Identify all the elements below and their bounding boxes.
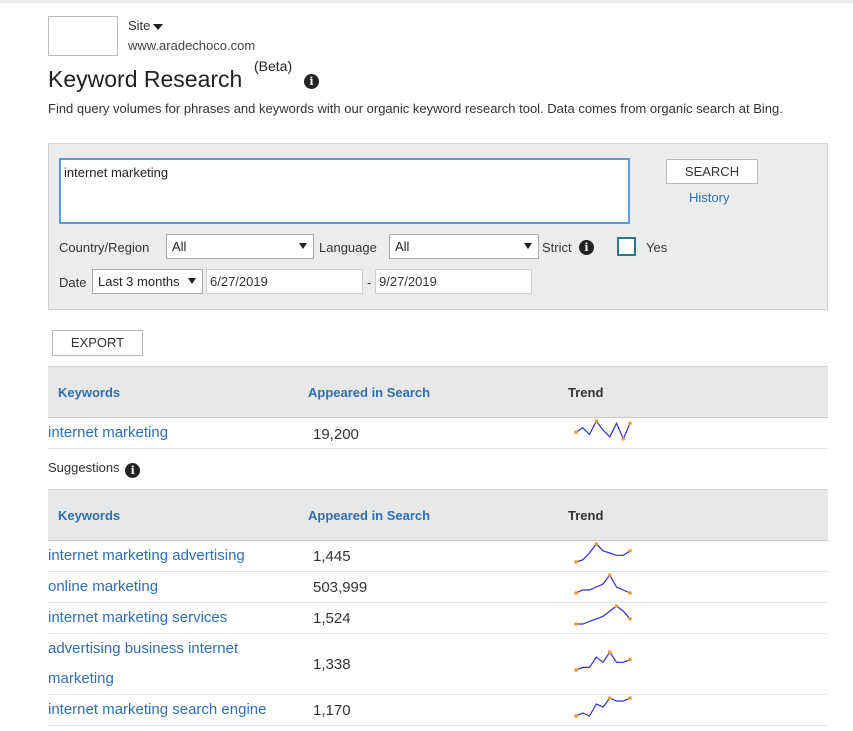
trend-marker [628,617,632,621]
trend-marker [614,604,619,608]
date-to-input[interactable]: 9/27/2019 [375,269,532,294]
col-appeared-in-search[interactable]: Appeared in Search [308,508,430,523]
keyword-link[interactable]: advertising business internet marketing [48,634,268,694]
suggestions-label: Suggestions i [48,460,141,478]
table-row: internet marketing advertising 1,445 [48,541,828,572]
export-button[interactable]: EXPORT [52,330,143,356]
trend-marker [574,591,578,595]
trend-marker [607,650,612,654]
trend-marker [574,622,578,626]
site-selector[interactable]: Site [128,18,164,33]
suggestions-info-icon[interactable]: i [125,463,141,478]
country-label: Country/Region [59,240,150,255]
beta-badge: (Beta) [254,58,293,74]
keyword-link[interactable]: internet marketing search engine [48,695,266,725]
trend-line [575,697,631,717]
date-range-select[interactable]: Last 3 months [92,269,203,294]
site-thumbnail[interactable] [48,16,118,56]
table-row: internet marketing services 1,524 [48,603,828,634]
dropdown-arrow-icon [299,243,307,249]
history-link[interactable]: History [689,190,729,205]
appeared-count: 1,445 [313,548,351,565]
trend-line [576,605,631,625]
trend-marker [574,668,578,672]
appeared-count: 503,999 [313,579,368,596]
trend-marker [628,421,632,426]
strict-yes-label: Yes [646,240,668,255]
table-row: internet marketing search engine 1,170 [48,695,828,726]
keyword-link[interactable]: internet marketing advertising [48,541,245,571]
trend-marker [628,548,632,553]
trend-marker [628,657,632,662]
trend-sparkline [574,573,632,595]
results-table-header: Keywords Appeared in Search Trend [48,366,828,418]
country-select-value: All [172,239,187,254]
trend-line [575,573,631,594]
info-icon[interactable]: i [304,74,319,89]
date-from-input[interactable]: 6/27/2019 [206,269,363,294]
suggestions-table-header: Keywords Appeared in Search Trend [48,489,828,541]
trend-marker [594,419,599,423]
search-panel: internet marketing SEARCH History Countr… [48,143,828,310]
dropdown-arrow-icon [188,278,196,284]
col-keywords[interactable]: Keywords [58,385,120,400]
search-button[interactable]: SEARCH [666,159,758,184]
language-select[interactable]: All [389,234,539,259]
strict-label: Strict [542,240,572,255]
col-trend: Trend [568,385,604,400]
trend-marker [574,430,578,435]
site-label: Site [128,18,151,33]
page-description: Find query volumes for phrases and keywo… [48,101,783,116]
trend-line [575,419,631,441]
trend-marker [628,591,632,595]
appeared-count: 1,338 [313,656,351,673]
col-trend: Trend [568,508,604,523]
trend-marker [607,573,612,577]
language-label: Language [319,240,377,255]
page-title: Keyword Research [48,66,243,92]
trend-sparkline [574,650,632,672]
date-range-value: Last 3 months [98,274,180,289]
trend-marker [621,437,626,441]
dropdown-arrow-icon [524,243,532,249]
col-appeared-in-search[interactable]: Appeared in Search [308,385,430,400]
table-row: advertising business internet marketing … [48,634,828,695]
keyword-link[interactable]: online marketing [48,572,158,602]
table-row: internet marketing 19,200 [48,418,828,449]
table-row: online marketing 503,999 [48,572,828,603]
strict-checkbox[interactable] [617,237,636,256]
keyword-link[interactable]: internet marketing [48,418,168,448]
trend-sparkline [574,542,632,564]
trend-line [575,543,631,563]
keyword-link[interactable]: internet marketing services [48,603,227,633]
trend-sparkline [574,696,632,718]
date-label: Date [59,275,87,290]
trend-marker [574,560,578,564]
top-divider [0,0,853,3]
trend-sparkline [574,419,632,441]
col-keywords[interactable]: Keywords [58,508,120,523]
appeared-count: 1,524 [313,610,351,627]
chevron-down-icon [153,23,164,30]
country-select[interactable]: All [166,234,314,259]
trend-marker [574,714,578,718]
strict-info-icon[interactable]: i [579,240,594,255]
keyword-query-input[interactable]: internet marketing [59,158,630,224]
appeared-count: 19,200 [313,426,359,443]
suggestions-label-text: Suggestions [48,460,120,475]
trend-sparkline [574,604,632,626]
trend-marker [628,696,632,700]
site-url: www.aradechoco.com [128,38,256,53]
trend-marker [607,696,612,700]
date-separator: - [367,275,372,290]
language-select-value: All [395,239,410,254]
trend-line [575,650,631,671]
appeared-count: 1,170 [313,702,351,719]
trend-marker [594,542,599,546]
